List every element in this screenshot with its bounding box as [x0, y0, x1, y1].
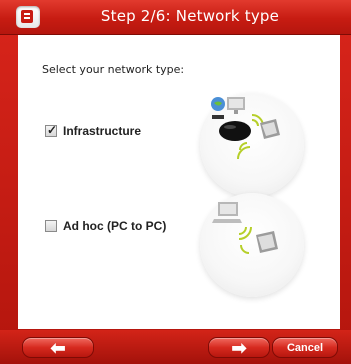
app-menu-icon[interactable]	[16, 6, 40, 28]
infrastructure-label: Infrastructure	[63, 124, 142, 138]
network-type-prompt: Select your network type:	[42, 63, 185, 76]
next-button[interactable]: ➡	[208, 337, 270, 358]
back-arrow-icon: ⬅	[50, 337, 66, 358]
cancel-button[interactable]: Cancel	[272, 337, 338, 358]
infrastructure-illustration	[200, 93, 304, 197]
setup-wizard-window: Step 2/6: Network type Select your netwo…	[0, 0, 351, 364]
back-button[interactable]: ⬅	[22, 337, 94, 358]
adhoc-diagram-icon	[212, 202, 278, 254]
adhoc-illustration	[200, 193, 304, 297]
wizard-footer: ⬅ ➡ Cancel	[0, 330, 351, 364]
cancel-label: Cancel	[286, 341, 324, 354]
infrastructure-checkbox[interactable]	[45, 123, 57, 137]
content-panel: Select your network type: Infrastructure…	[18, 35, 340, 329]
title-bar: Step 2/6: Network type	[0, 0, 351, 35]
infrastructure-diagram-icon	[211, 97, 280, 160]
next-arrow-icon: ➡	[231, 337, 247, 358]
window-title: Step 2/6: Network type	[100, 7, 280, 25]
infrastructure-option[interactable]: Infrastructure	[45, 123, 142, 138]
adhoc-option[interactable]: Ad hoc (PC to PC)	[45, 219, 166, 233]
adhoc-label: Ad hoc (PC to PC)	[63, 219, 167, 233]
adhoc-checkbox[interactable]	[45, 220, 57, 232]
